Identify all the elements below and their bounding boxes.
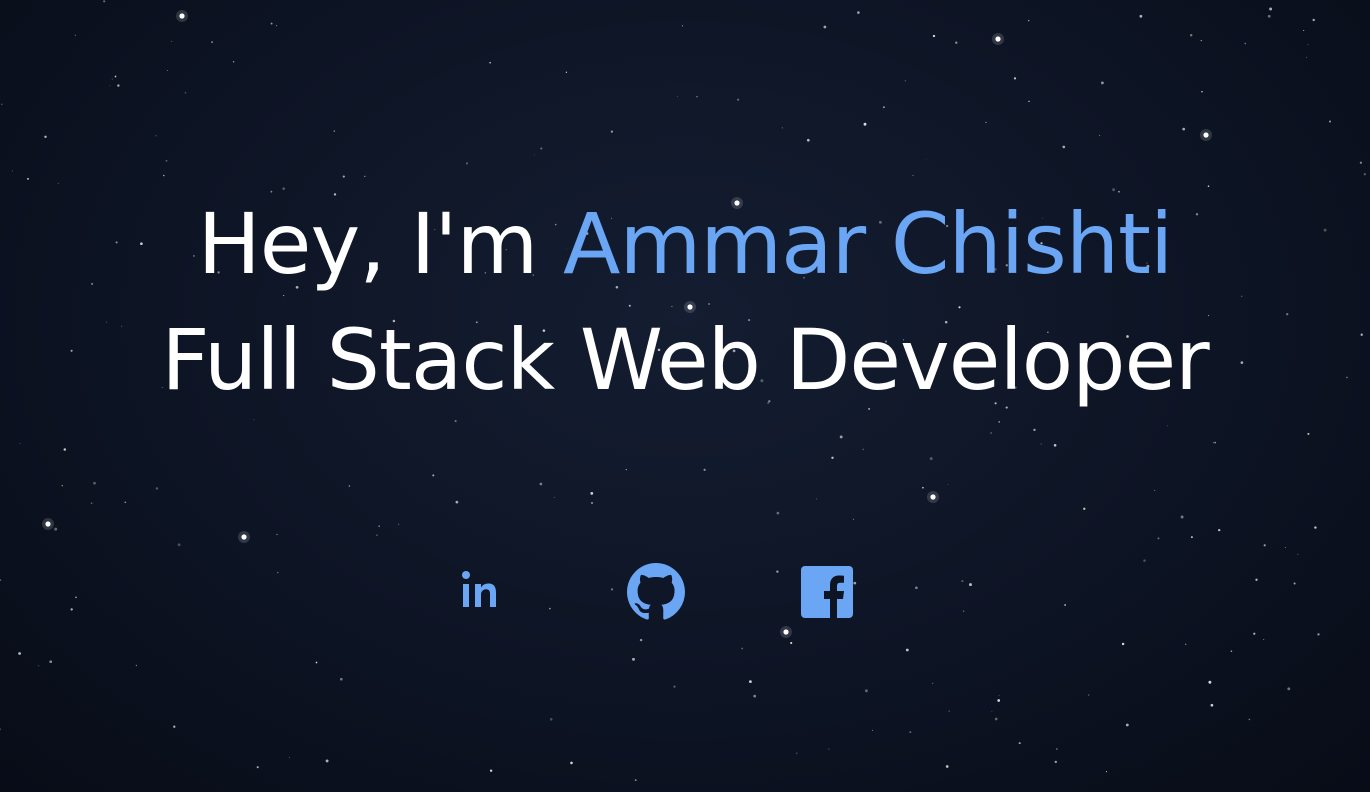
greeting-text: Hey, I'm bbox=[197, 195, 563, 293]
github-link[interactable] bbox=[624, 560, 688, 624]
facebook-icon bbox=[801, 566, 853, 618]
developer-name: Ammar Chishti bbox=[563, 195, 1173, 293]
linkedin-link[interactable] bbox=[452, 560, 516, 624]
greeting-line: Hey, I'm Ammar Chishti bbox=[0, 186, 1370, 302]
hero-heading: Hey, I'm Ammar Chishti Full Stack Web De… bbox=[0, 186, 1370, 418]
social-links bbox=[0, 560, 1370, 624]
role-title: Full Stack Web Developer bbox=[161, 311, 1209, 409]
facebook-link[interactable] bbox=[795, 560, 859, 624]
github-icon bbox=[627, 563, 685, 620]
linkedin-icon bbox=[462, 571, 496, 607]
